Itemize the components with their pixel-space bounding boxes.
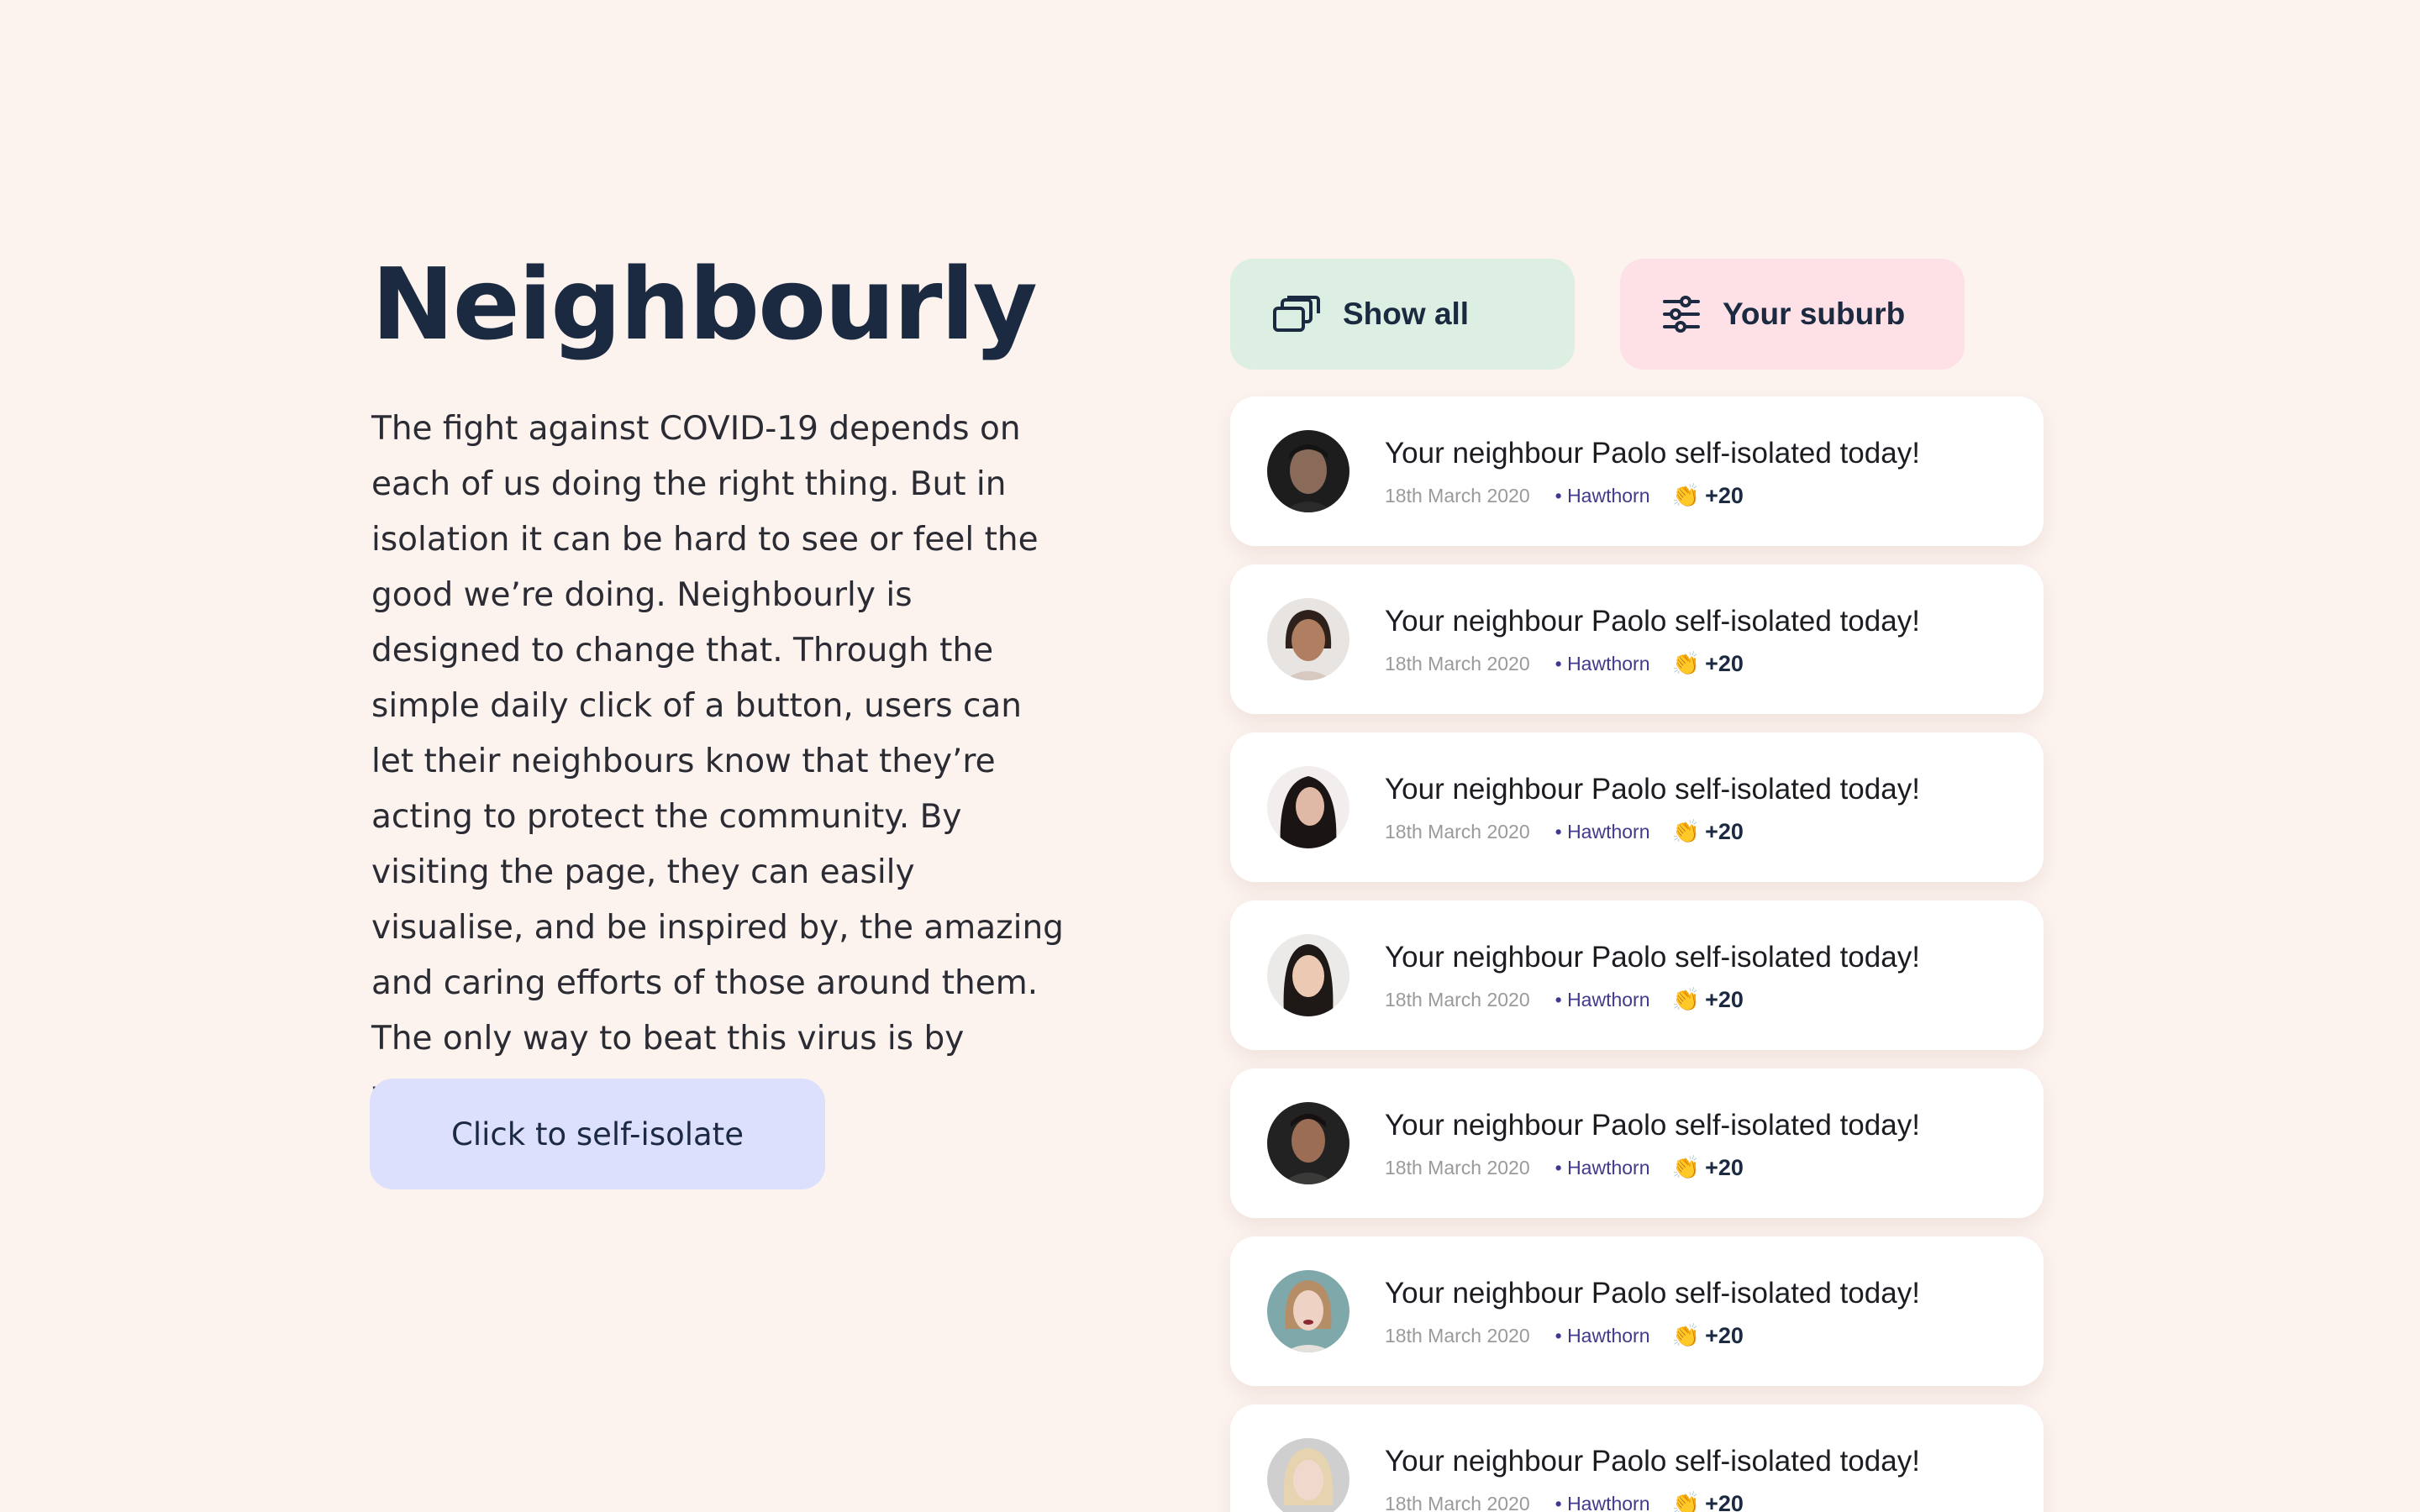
- clap-count: +20: [1705, 818, 1744, 844]
- avatar: [1267, 598, 1349, 680]
- show-all-button[interactable]: Show all: [1230, 259, 1575, 370]
- feed-meta: 18th March 2020 • Hawthorn 👏 +20: [1385, 1154, 1744, 1181]
- clap-count: +20: [1705, 1322, 1744, 1348]
- feed-message: Your neighbour Paolo self-isolated today…: [1385, 941, 1920, 974]
- feed-suburb-link[interactable]: • Hawthorn: [1555, 989, 1650, 1011]
- feed-message: Your neighbour Paolo self-isolated today…: [1385, 1277, 1920, 1310]
- feed-message: Your neighbour Paolo self-isolated today…: [1385, 437, 1920, 470]
- feed-card: Your neighbour Paolo self-isolated today…: [1230, 1236, 2044, 1386]
- clapping-hands-icon[interactable]: 👏: [1672, 1490, 1701, 1512]
- feed-card: Your neighbour Paolo self-isolated today…: [1230, 1404, 2044, 1512]
- avatar: [1267, 430, 1349, 512]
- clapping-hands-icon[interactable]: 👏: [1672, 818, 1701, 845]
- show-all-label: Show all: [1343, 297, 1470, 331]
- feed-date: 18th March 2020: [1385, 1324, 1530, 1347]
- feed-card: Your neighbour Paolo self-isolated today…: [1230, 1068, 2044, 1218]
- your-suburb-button[interactable]: Your suburb: [1620, 259, 1965, 370]
- feed-meta: 18th March 2020 • Hawthorn 👏 +20: [1385, 482, 1744, 509]
- feed-suburb-link[interactable]: • Hawthorn: [1555, 1493, 1650, 1512]
- clapping-hands-icon[interactable]: 👏: [1672, 650, 1701, 677]
- avatar: [1267, 934, 1349, 1016]
- avatar: [1267, 766, 1349, 848]
- clapping-hands-icon[interactable]: 👏: [1672, 986, 1701, 1013]
- feed-meta: 18th March 2020 • Hawthorn 👏 +20: [1385, 1322, 1744, 1349]
- avatar: [1267, 1270, 1349, 1352]
- feed-message: Your neighbour Paolo self-isolated today…: [1385, 773, 1920, 806]
- your-suburb-label: Your suburb: [1723, 297, 1906, 331]
- feed-date: 18th March 2020: [1385, 652, 1530, 675]
- feed-meta: 18th March 2020 • Hawthorn 👏 +20: [1385, 1490, 1744, 1512]
- feed-card: Your neighbour Paolo self-isolated today…: [1230, 564, 2044, 714]
- clap-count: +20: [1705, 1154, 1744, 1180]
- feed-date: 18th March 2020: [1385, 484, 1530, 507]
- feed-date: 18th March 2020: [1385, 1492, 1530, 1512]
- hero-description: The fight against COVID-19 depends on ea…: [371, 410, 1064, 1113]
- feed-message: Your neighbour Paolo self-isolated today…: [1385, 1109, 1920, 1142]
- clapping-hands-icon[interactable]: 👏: [1672, 1322, 1701, 1349]
- feed-suburb-link[interactable]: • Hawthorn: [1555, 1157, 1650, 1179]
- feed-meta: 18th March 2020 • Hawthorn 👏 +20: [1385, 986, 1744, 1013]
- feed-suburb-link[interactable]: • Hawthorn: [1555, 1325, 1650, 1347]
- clap-count: +20: [1705, 1490, 1744, 1512]
- page-title: Neighbourly: [371, 246, 1038, 362]
- feed-date: 18th March 2020: [1385, 820, 1530, 843]
- clapping-hands-icon[interactable]: 👏: [1672, 1154, 1701, 1181]
- clap-count: +20: [1705, 650, 1744, 676]
- clapping-hands-icon[interactable]: 👏: [1672, 482, 1701, 509]
- feed-suburb-link[interactable]: • Hawthorn: [1555, 653, 1650, 675]
- self-isolate-button[interactable]: Click to self-isolate: [370, 1079, 825, 1189]
- avatar: [1267, 1102, 1349, 1184]
- feed-card: Your neighbour Paolo self-isolated today…: [1230, 900, 2044, 1050]
- clap-count: +20: [1705, 986, 1744, 1012]
- feed-message: Your neighbour Paolo self-isolated today…: [1385, 605, 1920, 638]
- feed-meta: 18th March 2020 • Hawthorn 👏 +20: [1385, 650, 1744, 677]
- clap-count: +20: [1705, 482, 1744, 508]
- feed-message: Your neighbour Paolo self-isolated today…: [1385, 1445, 1920, 1478]
- feed-card: Your neighbour Paolo self-isolated today…: [1230, 396, 2044, 546]
- hero-section: Neighbourly The fight against COVID-19 d…: [371, 250, 1077, 1122]
- feed-meta: 18th March 2020 • Hawthorn 👏 +20: [1385, 818, 1744, 845]
- feed-date: 18th March 2020: [1385, 1156, 1530, 1179]
- activity-feed: Your neighbour Paolo self-isolated today…: [1230, 396, 2044, 1512]
- feed-suburb-link[interactable]: • Hawthorn: [1555, 485, 1650, 507]
- feed-date: 18th March 2020: [1385, 988, 1530, 1011]
- sliders-icon: [1657, 290, 1706, 339]
- feed-card: Your neighbour Paolo self-isolated today…: [1230, 732, 2044, 882]
- self-isolate-button-label: Click to self-isolate: [451, 1116, 744, 1152]
- page: Neighbourly The fight against COVID-19 d…: [0, 0, 2420, 1512]
- avatar: [1267, 1438, 1349, 1512]
- feed-suburb-link[interactable]: • Hawthorn: [1555, 821, 1650, 843]
- stacked-windows-icon: [1272, 290, 1321, 339]
